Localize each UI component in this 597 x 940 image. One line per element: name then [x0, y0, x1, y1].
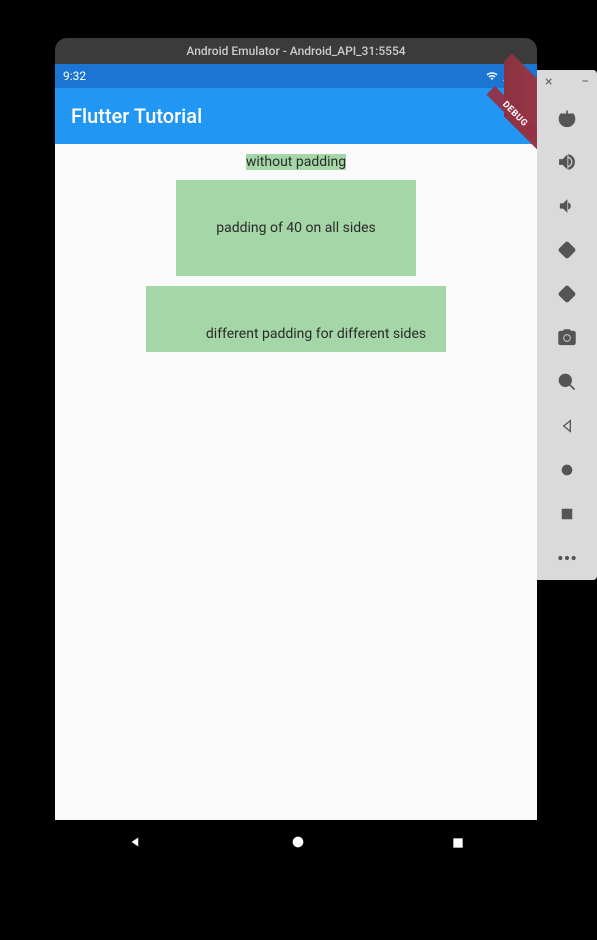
device-screen: 9:32 Flutter Tutorial DEBUG without padd…: [55, 64, 537, 868]
rotate-right-button[interactable]: [557, 284, 577, 304]
close-icon[interactable]: ×: [545, 74, 552, 90]
container-padding-40: padding of 40 on all sides: [176, 180, 416, 276]
debug-label: DEBUG: [487, 86, 537, 142]
volume-up-button[interactable]: [557, 152, 577, 172]
home-button[interactable]: [290, 834, 306, 854]
more-button[interactable]: [557, 548, 577, 568]
text-no-padding: without padding: [246, 154, 346, 170]
power-button[interactable]: [557, 108, 577, 128]
zoom-button[interactable]: [557, 372, 577, 392]
sidebar-overview-button[interactable]: [557, 504, 577, 524]
container-padding-varied: different padding for different sides: [146, 286, 446, 352]
emulator-title: Android Emulator - Android_API_31:5554: [186, 44, 405, 58]
app-title: Flutter Tutorial: [71, 104, 202, 128]
recent-button[interactable]: [451, 835, 465, 854]
status-bar: 9:32: [55, 64, 537, 88]
back-button[interactable]: [127, 833, 145, 855]
emulator-sidebar: × −: [537, 70, 597, 580]
rotate-left-button[interactable]: [557, 240, 577, 260]
screenshot-button[interactable]: [557, 328, 577, 348]
container-no-padding: without padding: [246, 154, 346, 170]
emulator-title-bar[interactable]: Android Emulator - Android_API_31:5554: [55, 38, 537, 64]
volume-down-button[interactable]: [557, 196, 577, 216]
text-padding-40: padding of 40 on all sides: [216, 220, 376, 236]
app-body: without padding padding of 40 on all sid…: [55, 144, 537, 820]
sidebar-back-button[interactable]: [557, 416, 577, 436]
app-bar: Flutter Tutorial DEBUG: [55, 88, 537, 144]
emulator-window: Android Emulator - Android_API_31:5554 9…: [55, 38, 537, 868]
android-nav-bar: [55, 820, 537, 868]
text-padding-varied: different padding for different sides: [206, 326, 426, 342]
status-time: 9:32: [63, 69, 86, 83]
minimize-icon[interactable]: −: [581, 74, 589, 90]
sidebar-window-controls: × −: [537, 70, 597, 94]
sidebar-home-button[interactable]: [557, 460, 577, 480]
